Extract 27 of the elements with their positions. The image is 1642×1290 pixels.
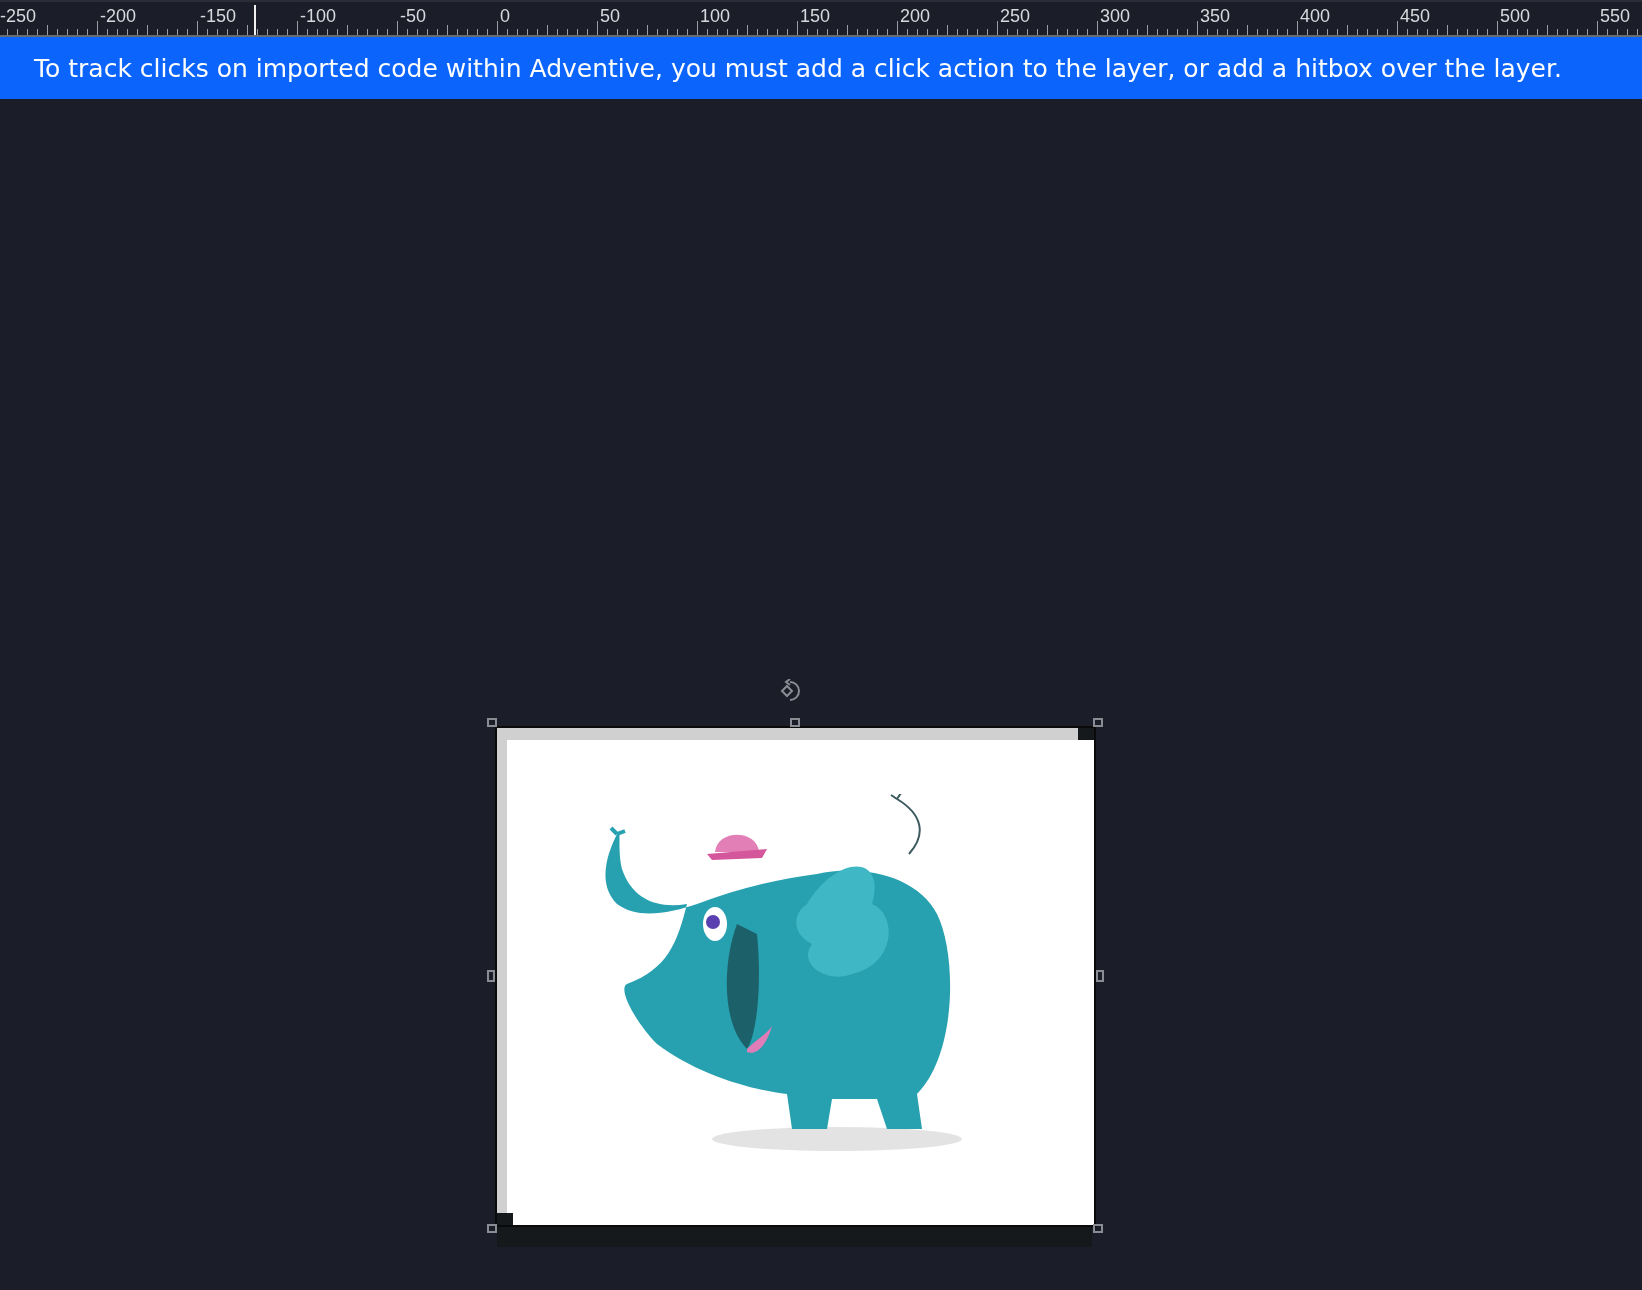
corner-handle[interactable] [1093, 718, 1103, 727]
edge-handle[interactable] [487, 970, 495, 982]
image-layer[interactable] [497, 728, 1094, 1225]
ruler-label: -100 [299, 6, 337, 26]
corner-handle[interactable] [487, 718, 497, 727]
ruler-label: 100 [699, 6, 731, 26]
ruler-label: 450 [1399, 6, 1431, 26]
edge-handle[interactable] [790, 718, 800, 727]
ruler-label: 150 [799, 6, 831, 26]
ruler-label: 250 [999, 6, 1031, 26]
ruler-label: -50 [399, 6, 426, 26]
ruler-label: 300 [1099, 6, 1131, 26]
ruler-label: -150 [199, 6, 237, 26]
ruler-label: 50 [599, 6, 621, 26]
ruler-label: -250 [0, 6, 37, 26]
ruler-label: -200 [99, 6, 137, 26]
ruler-label: 350 [1199, 6, 1231, 26]
ruler-label: 0 [499, 6, 510, 26]
edge-handle[interactable] [1096, 970, 1104, 982]
ruler-label: 500 [1499, 6, 1531, 26]
banner-message: To track clicks on imported code within Adventive, you must add a click action to the layer, or add a hitbox over the layer. [34, 53, 1562, 83]
cursor-position-marker [254, 5, 256, 35]
ruler-label: 200 [899, 6, 931, 26]
corner-block [497, 1213, 513, 1225]
ruler-label: 550 [1599, 6, 1631, 26]
corner-block [1078, 728, 1094, 740]
ruler-label: 400 [1299, 6, 1331, 26]
